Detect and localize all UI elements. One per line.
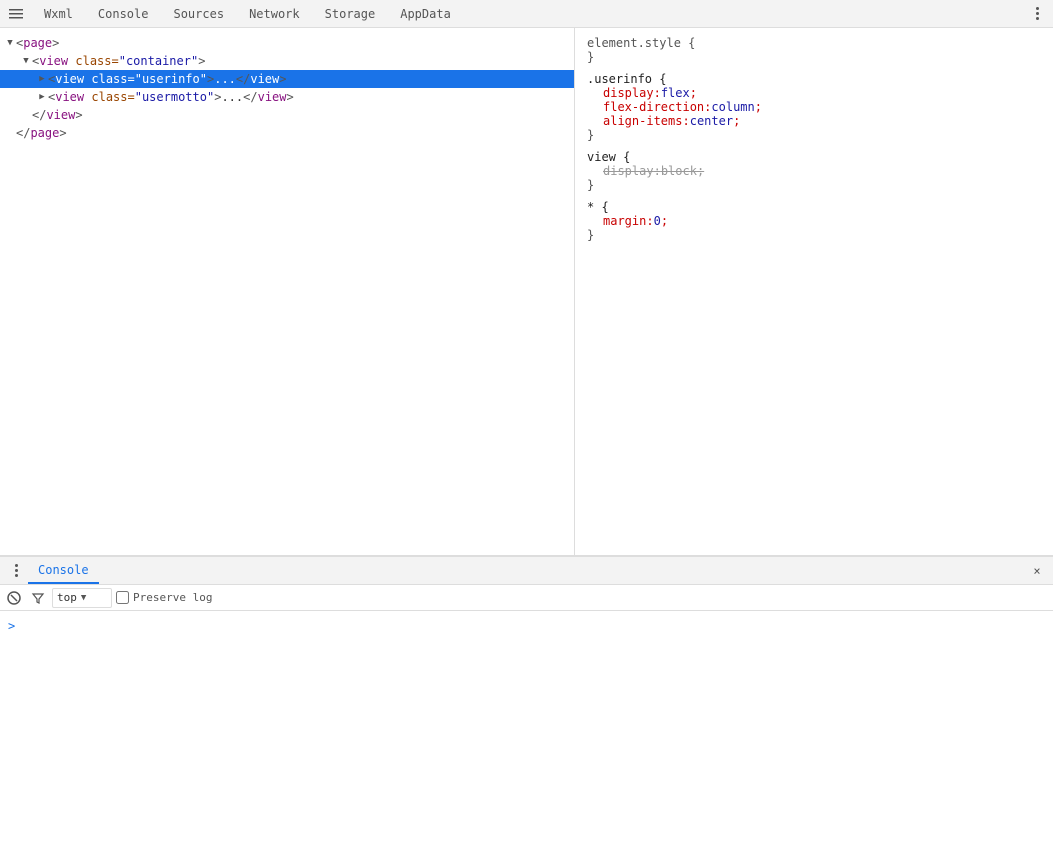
style-section-element: element.style { } <box>587 36 1041 64</box>
preserve-log-text: Preserve log <box>133 591 212 604</box>
console-close-button[interactable]: × <box>1025 559 1049 583</box>
console-more-options[interactable] <box>4 559 28 583</box>
dom-text: </page> <box>16 126 67 140</box>
dom-text: </view> <box>32 108 83 122</box>
dom-text: <view class="userinfo">...</view> <box>48 72 287 86</box>
main-area: <page> <view class="container"> <view cl… <box>0 28 1053 556</box>
console-area: Console × top ▼ Preserve log <box>0 556 1053 856</box>
tab-console[interactable]: Console <box>86 0 162 27</box>
style-property: margin:0; <box>587 214 1041 228</box>
dom-text: <view class="container"> <box>32 54 205 68</box>
more-options-button[interactable] <box>1025 2 1049 26</box>
tab-sources[interactable]: Sources <box>161 0 237 27</box>
tab-appdata[interactable]: AppData <box>388 0 464 27</box>
tab-list: Wxml Console Sources Network Storage App… <box>32 0 464 27</box>
style-selector: * { <box>587 200 609 214</box>
console-body[interactable] <box>0 611 1053 856</box>
console-filter-bar: top ▼ Preserve log <box>0 585 1053 611</box>
dom-line[interactable]: </view> <box>0 106 574 124</box>
dom-text: <view class="usermotto">...</view> <box>48 90 294 104</box>
tab-wxml[interactable]: Wxml <box>32 0 86 27</box>
preserve-log-checkbox[interactable] <box>116 591 129 604</box>
preserve-log-label[interactable]: Preserve log <box>116 591 212 604</box>
triangle-expand[interactable] <box>4 37 16 49</box>
console-tab[interactable]: Console <box>28 557 99 584</box>
triangle-expand[interactable] <box>36 73 48 85</box>
console-filter-button[interactable] <box>28 588 48 608</box>
dropdown-arrow-icon: ▼ <box>81 593 86 603</box>
context-selector[interactable]: top ▼ <box>52 588 112 608</box>
tab-network[interactable]: Network <box>237 0 313 27</box>
style-close: } <box>587 50 1041 64</box>
styles-panel: element.style { } .userinfo { display:fl… <box>575 28 1053 555</box>
console-clear-button[interactable] <box>4 588 24 608</box>
devtools-menu-button[interactable] <box>4 2 28 26</box>
style-property: display:flex; <box>587 86 1041 100</box>
dom-text: <page> <box>16 36 59 50</box>
dom-line-selected[interactable]: <view class="userinfo">...</view> <box>0 70 574 88</box>
context-label: top <box>57 591 77 604</box>
style-close: } <box>587 128 1041 142</box>
style-selector: .userinfo { <box>587 72 666 86</box>
toolbar-right <box>1025 2 1049 26</box>
style-property: flex-direction:column; <box>587 100 1041 114</box>
style-property-strikethrough: display:block; <box>587 164 1041 178</box>
style-section-star: * { margin:0; } <box>587 200 1041 242</box>
style-close: } <box>587 178 1041 192</box>
top-toolbar: Wxml Console Sources Network Storage App… <box>0 0 1053 28</box>
dom-line[interactable]: <view class="container"> <box>0 52 574 70</box>
style-section-view: view { display:block; } <box>587 150 1041 192</box>
triangle-leaf <box>20 109 32 121</box>
triangle-expand[interactable] <box>20 55 32 67</box>
dom-line[interactable]: <page> <box>0 34 574 52</box>
console-prompt[interactable] <box>8 619 1045 633</box>
dom-line[interactable]: </page> <box>0 124 574 142</box>
triangle-expand[interactable] <box>36 91 48 103</box>
triangle-leaf <box>4 127 16 139</box>
dom-panel: <page> <view class="container"> <view cl… <box>0 28 575 555</box>
style-selector: element.style { <box>587 36 695 50</box>
style-section-userinfo: .userinfo { display:flex; flex-direction… <box>587 72 1041 142</box>
console-toolbar: Console × <box>0 557 1053 585</box>
tab-storage[interactable]: Storage <box>313 0 389 27</box>
style-selector: view { <box>587 150 630 164</box>
style-property: align-items:center; <box>587 114 1041 128</box>
dom-line[interactable]: <view class="usermotto">...</view> <box>0 88 574 106</box>
style-close: } <box>587 228 1041 242</box>
